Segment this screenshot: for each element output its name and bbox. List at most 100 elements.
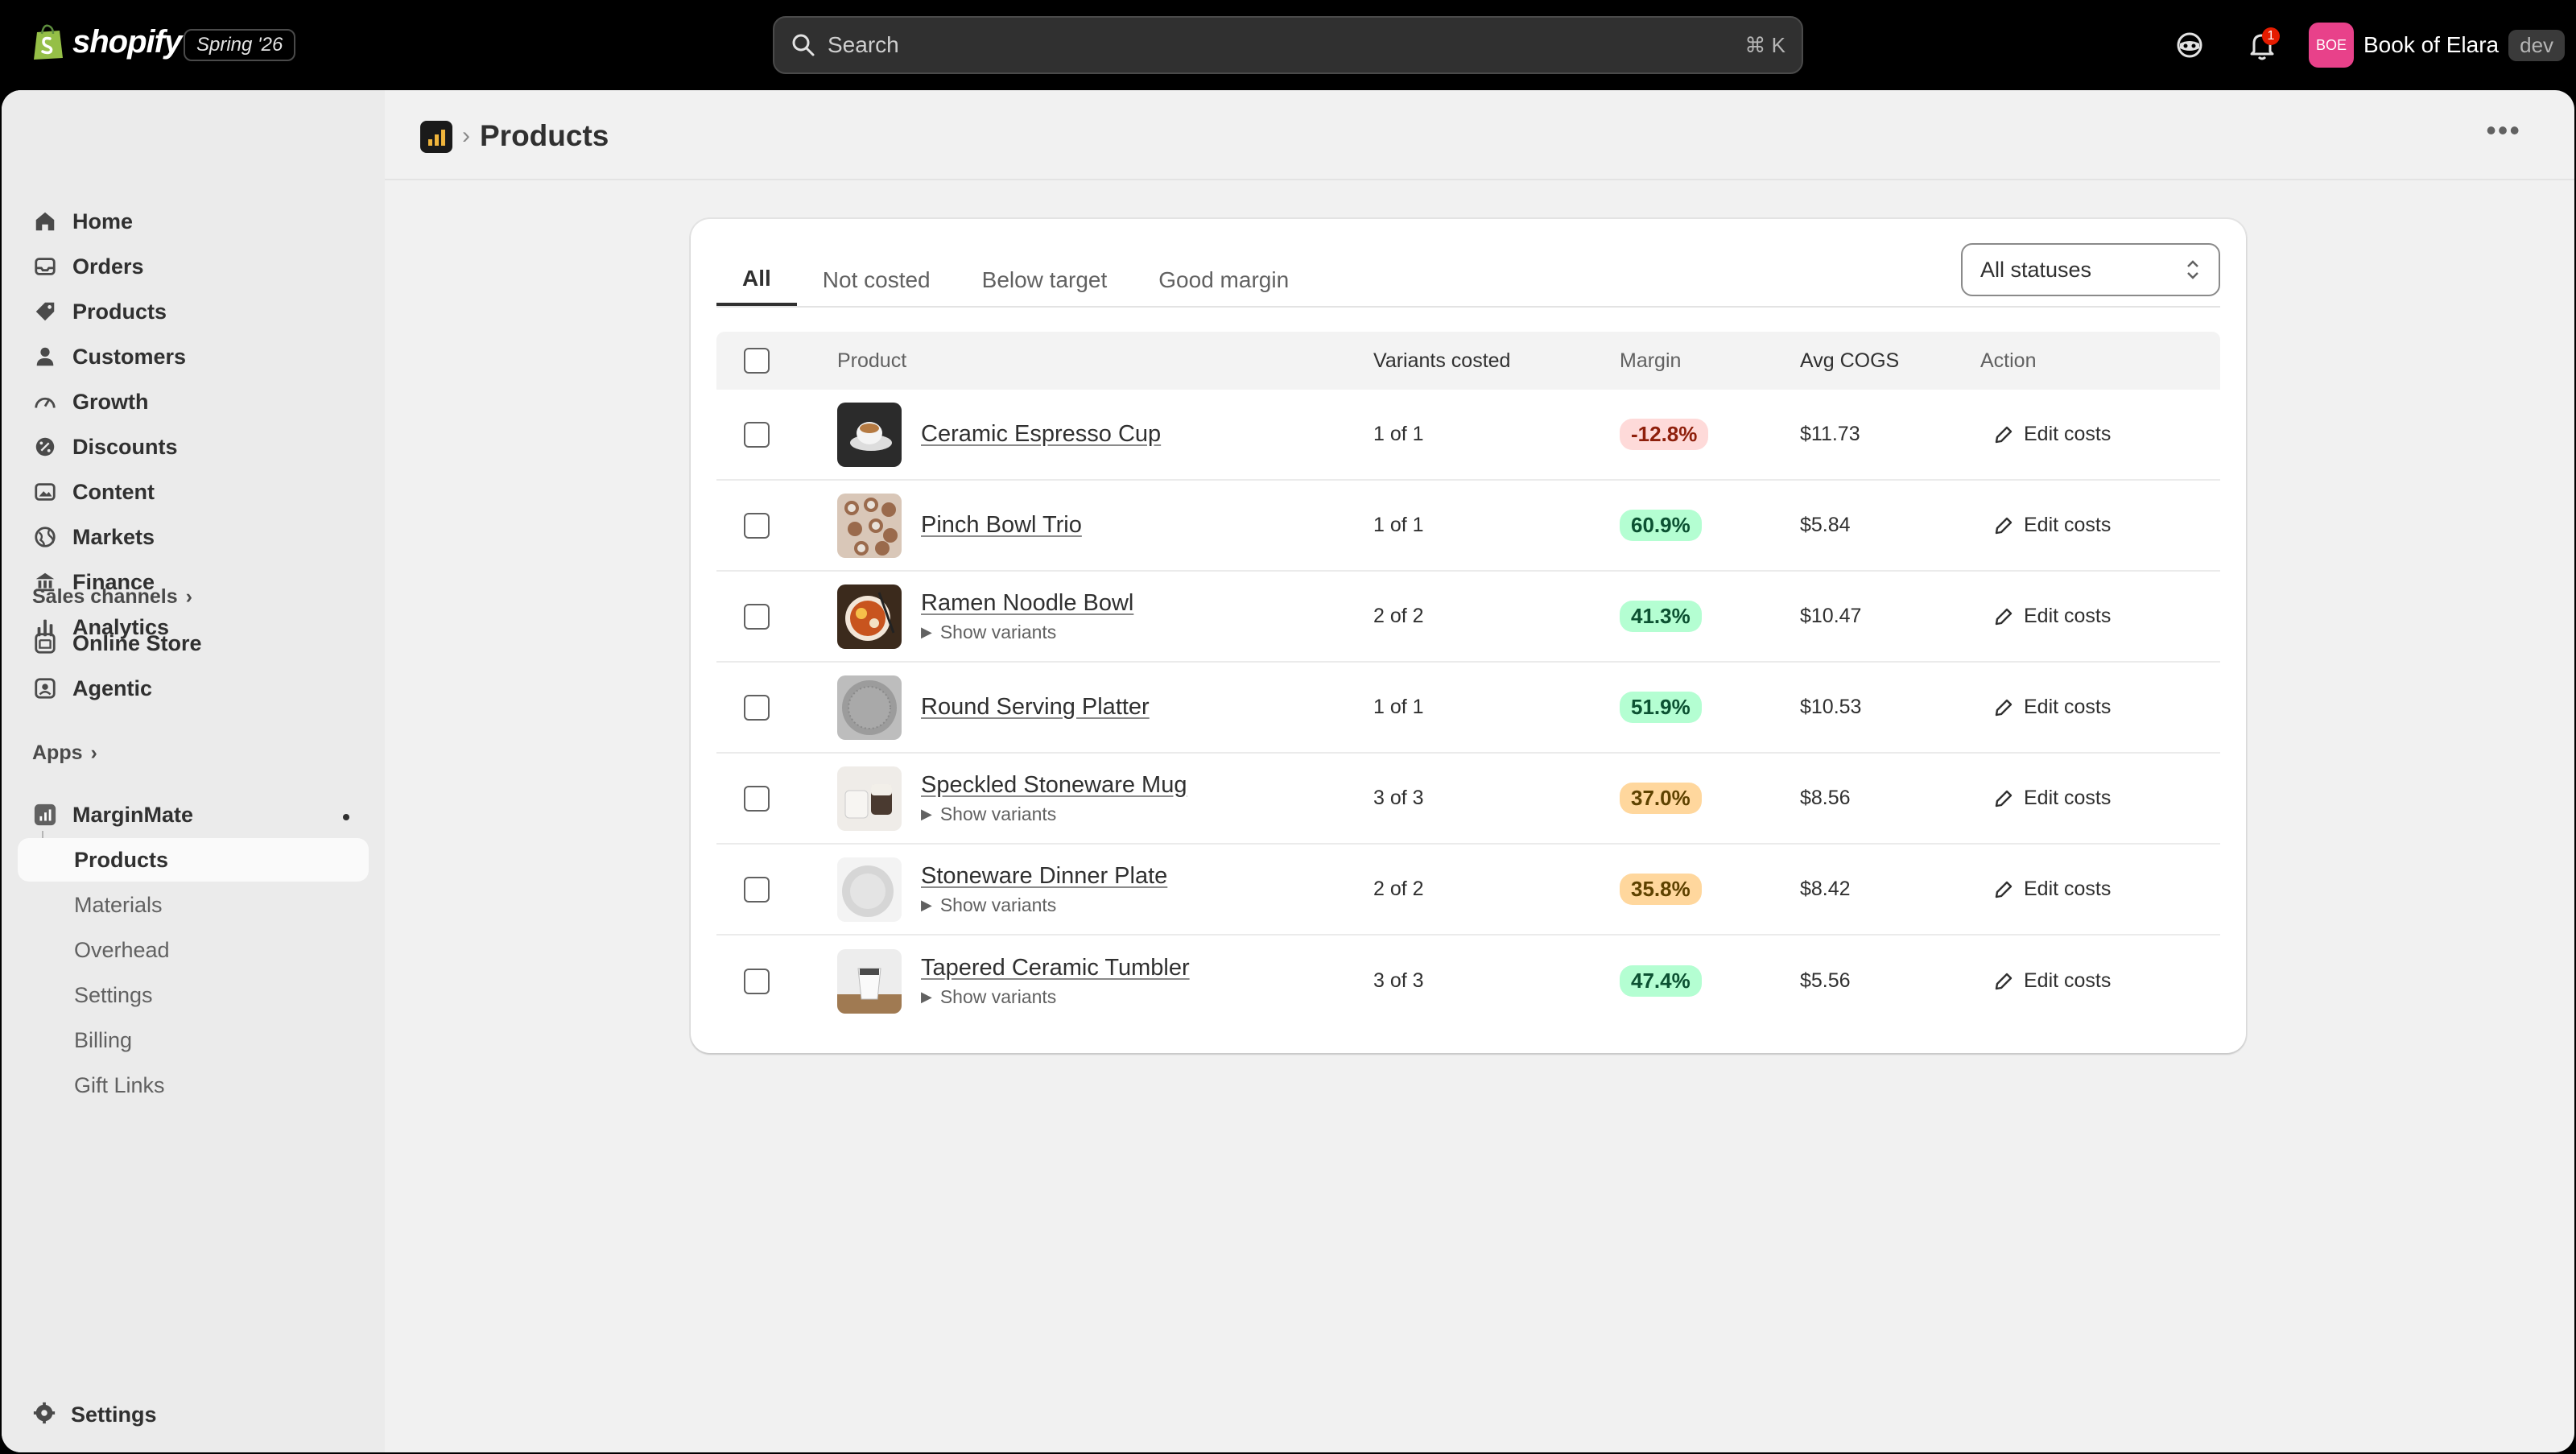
show-variants-toggle[interactable]: ▶ Show variants bbox=[921, 622, 1133, 643]
tab-not-costed[interactable]: Not costed bbox=[797, 254, 956, 306]
avg-cogs: $10.53 bbox=[1800, 696, 1862, 718]
app-subitem-gift-links[interactable]: Gift Links bbox=[18, 1064, 369, 1107]
row-checkbox[interactable] bbox=[744, 968, 770, 994]
edit-costs-button[interactable]: Edit costs bbox=[1980, 871, 2124, 907]
select-all-checkbox[interactable] bbox=[744, 348, 770, 374]
product-name-link[interactable]: Round Serving Platter bbox=[921, 694, 1150, 721]
product-name-link[interactable]: Ceramic Espresso Cup bbox=[921, 421, 1161, 448]
product-thumbnail bbox=[837, 402, 902, 467]
avg-cogs: $8.42 bbox=[1800, 878, 1851, 900]
show-variants-label: Show variants bbox=[939, 985, 1057, 1007]
variants-costed: 1 of 1 bbox=[1373, 696, 1424, 718]
edit-costs-label: Edit costs bbox=[2024, 423, 2112, 445]
edit-costs-button[interactable]: Edit costs bbox=[1980, 416, 2124, 452]
shopify-logo[interactable]: shopify bbox=[31, 23, 182, 61]
top-bar: shopify Spring '26 ⌘ K 1 BOE Book of Ela… bbox=[0, 0, 2576, 90]
variants-costed: 3 of 3 bbox=[1373, 787, 1424, 809]
marginmate-icon bbox=[32, 802, 58, 828]
product-name-link[interactable]: Speckled Stoneware Mug bbox=[921, 772, 1187, 799]
product-name-link[interactable]: Ramen Noodle Bowl bbox=[921, 590, 1133, 617]
apps-heading[interactable]: Apps › bbox=[32, 741, 97, 765]
store-env-badge: dev bbox=[2508, 29, 2566, 61]
select-chevrons-icon bbox=[2187, 260, 2198, 279]
edit-costs-button[interactable]: Edit costs bbox=[1980, 689, 2124, 725]
row-checkbox[interactable] bbox=[744, 421, 770, 448]
sidebar-item-online-store[interactable]: Online Store bbox=[18, 622, 369, 665]
sidebar-item-label: MarginMate bbox=[72, 802, 194, 827]
row-checkbox[interactable] bbox=[744, 876, 770, 903]
sidebar-item-marginmate[interactable]: MarginMate bbox=[18, 793, 369, 836]
search-input[interactable] bbox=[828, 32, 1723, 58]
tab-good-margin[interactable]: Good margin bbox=[1133, 254, 1315, 306]
edit-costs-label: Edit costs bbox=[2024, 969, 2112, 992]
pencil-icon bbox=[1995, 608, 2013, 625]
store-avatar: BOE bbox=[2309, 23, 2354, 68]
app-subitem-billing[interactable]: Billing bbox=[18, 1018, 369, 1062]
sidebar-item-content[interactable]: Content bbox=[18, 470, 369, 514]
table-row[interactable]: Tapered Ceramic Tumbler ▶ Show variants 3… bbox=[716, 936, 2220, 1026]
sidebar-item-agentic[interactable]: Agentic bbox=[18, 667, 369, 710]
pencil-icon bbox=[1995, 881, 2013, 898]
avg-cogs: $10.47 bbox=[1800, 605, 1862, 627]
edition-badge: Spring '26 bbox=[184, 29, 296, 61]
sidebar-item-label: Discounts bbox=[72, 434, 178, 459]
tab-below-target[interactable]: Below target bbox=[956, 254, 1133, 306]
chevron-right-icon: › bbox=[185, 585, 192, 608]
sidebar-item-home[interactable]: Home bbox=[18, 200, 369, 243]
table-row[interactable]: Round Serving Platter 1 of 1 51.9% $10.5… bbox=[716, 663, 2220, 754]
sidebar-item-markets[interactable]: Markets bbox=[18, 515, 369, 559]
sidebar-item-label: Content bbox=[72, 479, 155, 504]
edit-costs-button[interactable]: Edit costs bbox=[1980, 507, 2124, 543]
margin-badge: -12.8% bbox=[1620, 419, 1709, 450]
sidebar-item-customers[interactable]: Customers bbox=[18, 335, 369, 378]
status-select[interactable]: All statuses bbox=[1961, 243, 2220, 296]
header-cogs: Avg COGS bbox=[1800, 349, 1900, 372]
table-row[interactable]: Ramen Noodle Bowl ▶ Show variants 2 of 2 … bbox=[716, 572, 2220, 663]
table-row[interactable]: Speckled Stoneware Mug ▶ Show variants 3 … bbox=[716, 754, 2220, 845]
table-row[interactable]: Ceramic Espresso Cup 1 of 1 -12.8% $11.7… bbox=[716, 390, 2220, 481]
row-checkbox[interactable] bbox=[744, 603, 770, 630]
pencil-icon bbox=[1995, 973, 2013, 989]
marginmate-app-icon[interactable] bbox=[420, 121, 452, 153]
edit-costs-button[interactable]: Edit costs bbox=[1980, 963, 2124, 999]
app-subitem-products[interactable]: Products bbox=[18, 838, 369, 882]
app-subitem-settings[interactable]: Settings bbox=[18, 973, 369, 1017]
more-actions-button[interactable]: ••• bbox=[2486, 116, 2521, 145]
row-checkbox[interactable] bbox=[744, 694, 770, 721]
sidebar-item-label: Settings bbox=[71, 1402, 157, 1427]
app-subitem-overhead[interactable]: Overhead bbox=[18, 928, 369, 972]
assistant-icon[interactable] bbox=[2172, 27, 2207, 63]
show-variants-toggle[interactable]: ▶ Show variants bbox=[921, 894, 1167, 916]
product-name-link[interactable]: Stoneware Dinner Plate bbox=[921, 863, 1167, 890]
product-name-link[interactable]: Pinch Bowl Trio bbox=[921, 512, 1082, 539]
edit-costs-button[interactable]: Edit costs bbox=[1980, 780, 2124, 816]
store-switcher[interactable]: BOE Book of Elara dev bbox=[2309, 23, 2566, 68]
margin-badge: 35.8% bbox=[1620, 874, 1702, 905]
table-row[interactable]: Pinch Bowl Trio 1 of 1 60.9% $5.84 Edit … bbox=[716, 481, 2220, 572]
row-checkbox[interactable] bbox=[744, 512, 770, 539]
status-select-value: All statuses bbox=[1980, 257, 2092, 282]
margin-badge: 47.4% bbox=[1620, 965, 1702, 997]
show-variants-toggle[interactable]: ▶ Show variants bbox=[921, 986, 1190, 1008]
row-checkbox[interactable] bbox=[744, 785, 770, 812]
variants-costed: 2 of 2 bbox=[1373, 878, 1424, 900]
product-thumbnail bbox=[837, 584, 902, 649]
sidebar-item-settings[interactable]: Settings bbox=[18, 1393, 369, 1436]
edit-costs-button[interactable]: Edit costs bbox=[1980, 598, 2124, 634]
product-thumbnail bbox=[837, 948, 902, 1014]
sidebar-item-growth[interactable]: Growth bbox=[18, 380, 369, 423]
sidebar-item-discounts[interactable]: Discounts bbox=[18, 425, 369, 469]
show-variants-toggle[interactable]: ▶ Show variants bbox=[921, 803, 1187, 825]
app-subitem-materials[interactable]: Materials bbox=[18, 883, 369, 927]
gauge-icon bbox=[32, 389, 58, 415]
tab-all[interactable]: All bbox=[716, 254, 797, 306]
product-thumbnail bbox=[837, 675, 902, 740]
search-bar[interactable]: ⌘ K bbox=[773, 16, 1803, 74]
table-row[interactable]: Stoneware Dinner Plate ▶ Show variants 2 … bbox=[716, 845, 2220, 936]
sidebar-item-products[interactable]: Products bbox=[18, 290, 369, 333]
sidebar-item-orders[interactable]: Orders bbox=[18, 245, 369, 288]
breadcrumb-separator: › bbox=[462, 122, 470, 149]
sales-channels-heading[interactable]: Sales channels › bbox=[32, 585, 192, 609]
product-name-link[interactable]: Tapered Ceramic Tumbler bbox=[921, 955, 1190, 981]
sidebar-item-label: Products bbox=[72, 299, 167, 324]
